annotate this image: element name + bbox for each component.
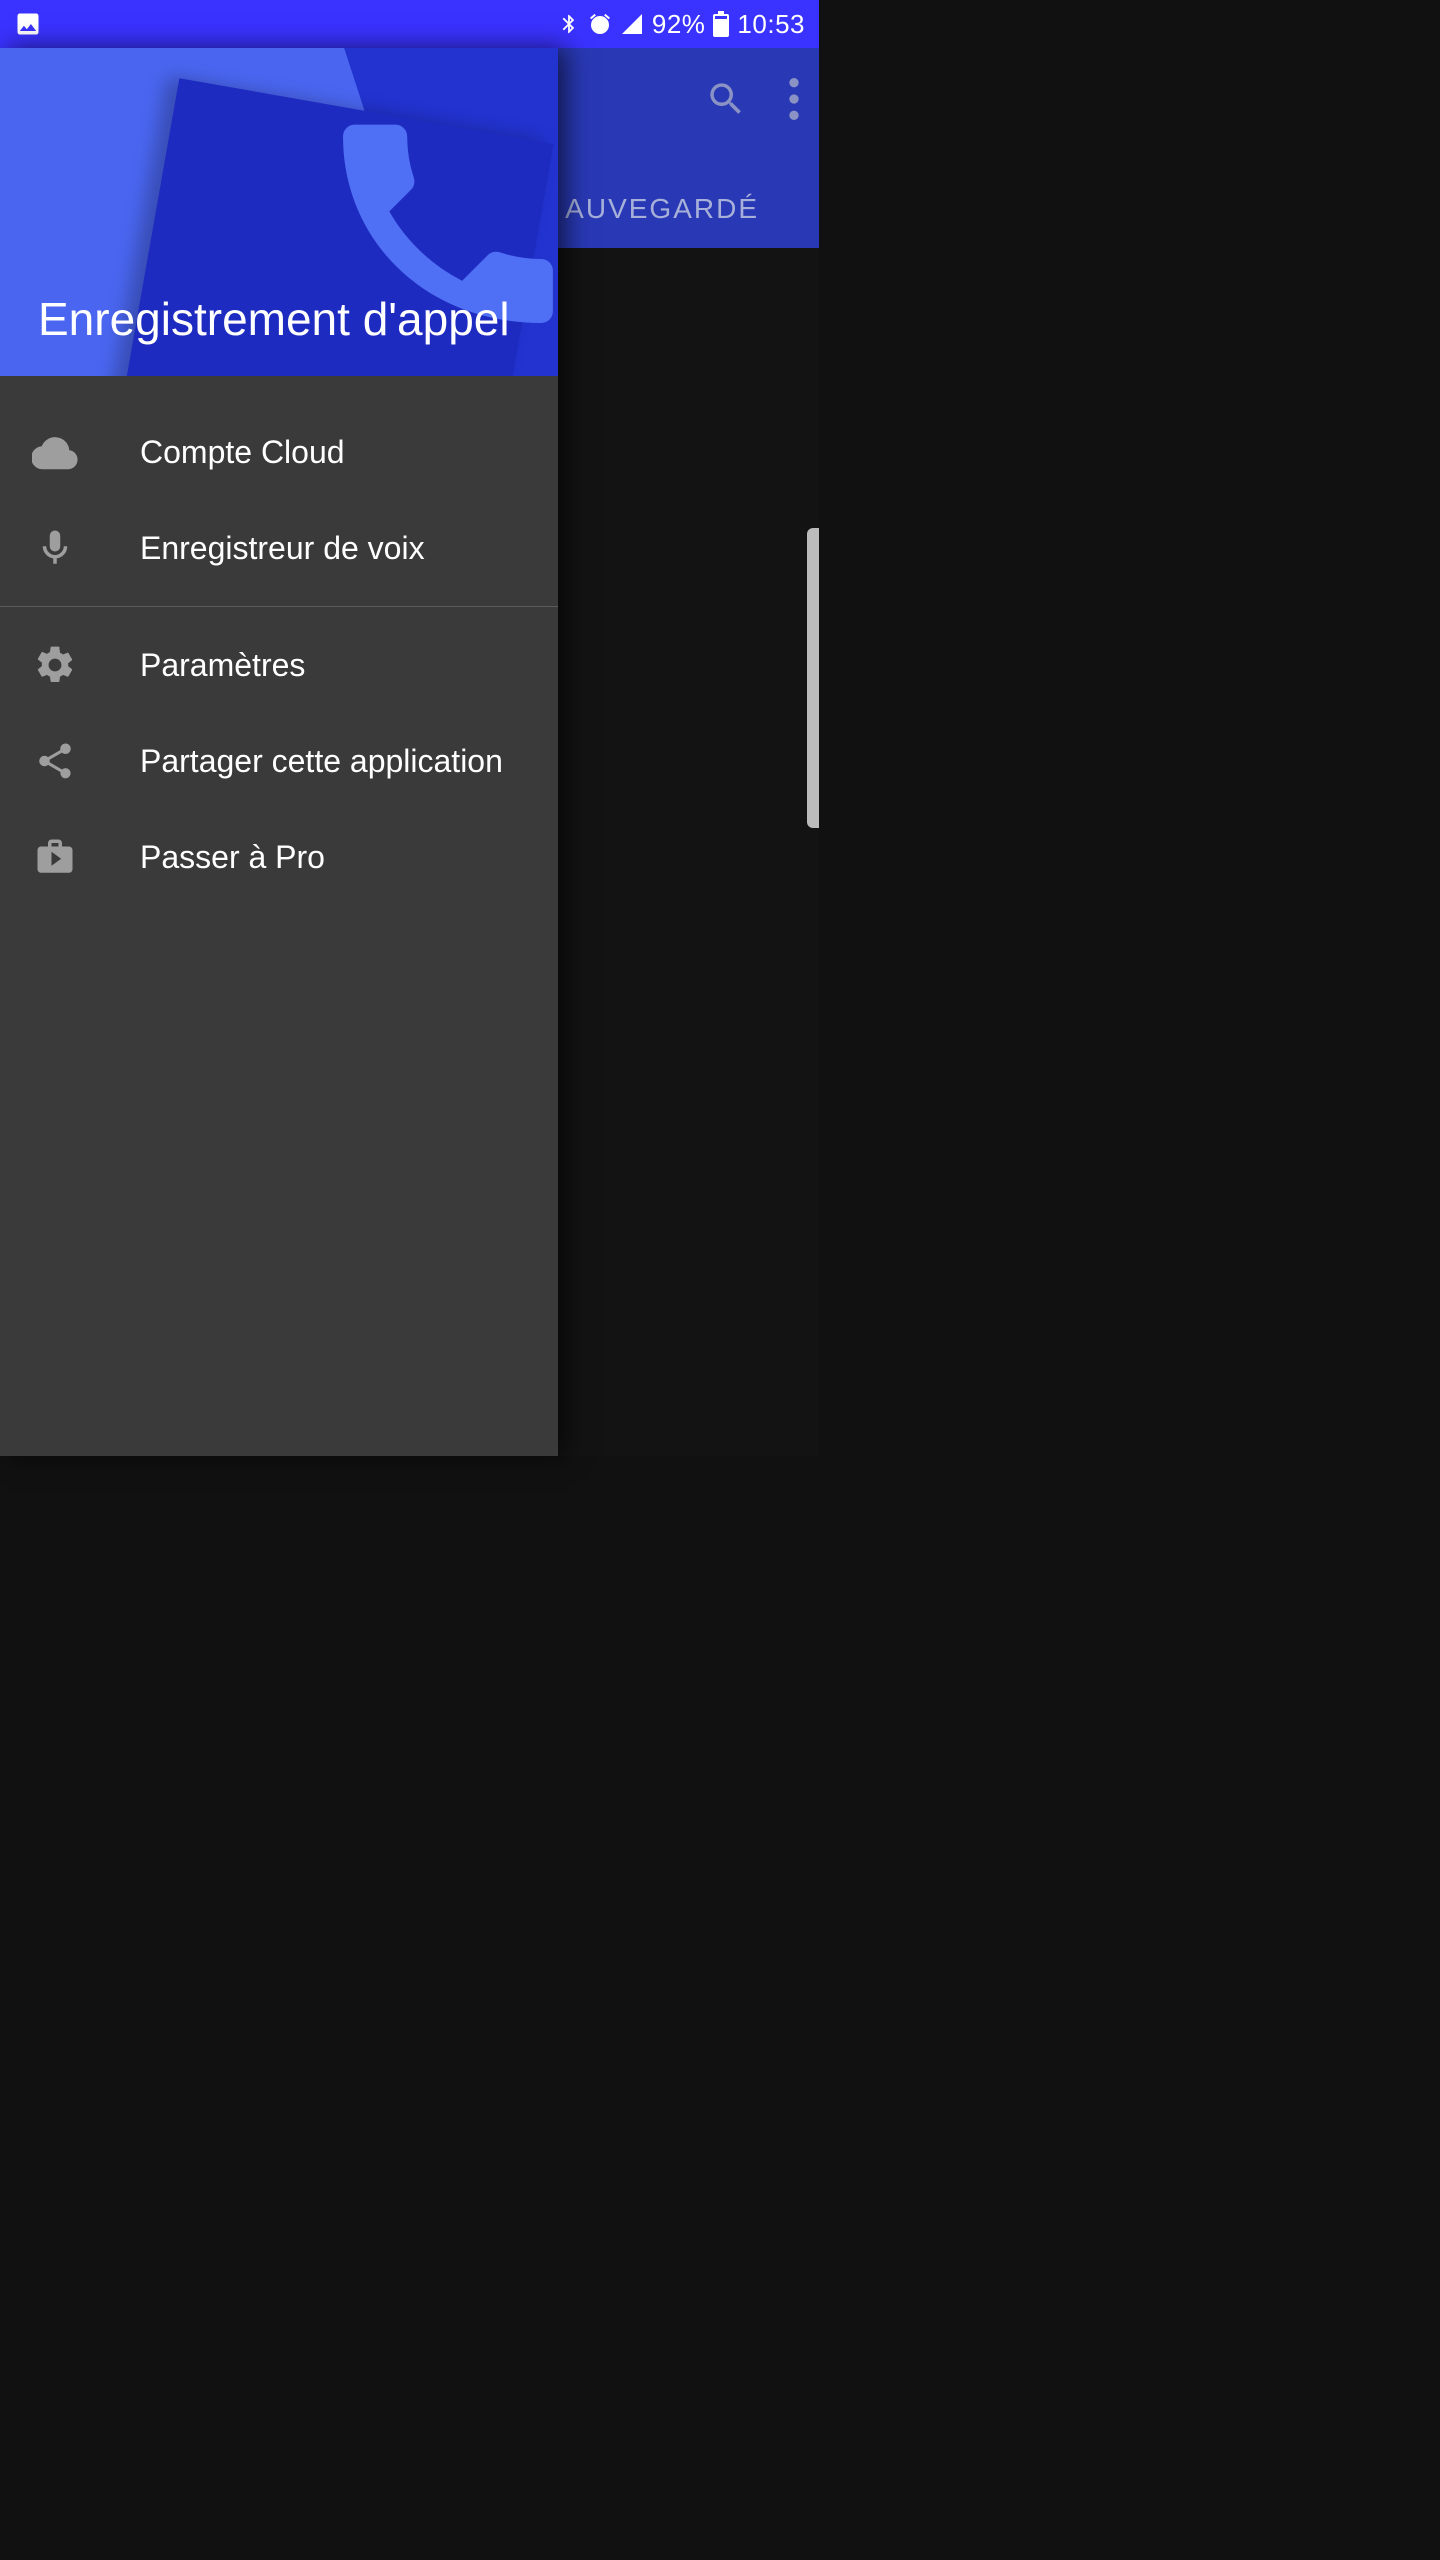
search-icon[interactable] xyxy=(705,78,747,120)
shop-icon xyxy=(30,836,80,878)
alarm-icon xyxy=(588,12,612,36)
drawer-divider xyxy=(0,606,558,607)
drawer-item-label: Passer à Pro xyxy=(140,839,325,876)
fast-scroll-thumb[interactable] xyxy=(807,528,819,828)
drawer-item-voice-recorder[interactable]: Enregistreur de voix xyxy=(0,500,558,596)
cloud-icon xyxy=(30,429,80,475)
tab-saved[interactable]: AUVEGARDÉ xyxy=(565,193,759,225)
drawer-item-cloud-account[interactable]: Compte Cloud xyxy=(0,404,558,500)
status-bar: 92% 10:53 xyxy=(0,0,819,48)
signal-icon xyxy=(620,12,644,36)
drawer-list: Compte Cloud Enregistreur de voix Paramè… xyxy=(0,376,558,905)
drawer-title: Enregistrement d'appel xyxy=(38,292,510,346)
drawer-item-label: Compte Cloud xyxy=(140,434,345,471)
drawer-item-label: Paramètres xyxy=(140,647,305,684)
drawer-item-settings[interactable]: Paramètres xyxy=(0,617,558,713)
drawer-item-go-pro[interactable]: Passer à Pro xyxy=(0,809,558,905)
share-icon xyxy=(30,740,80,782)
navigation-drawer: Enregistrement d'appel Compte Cloud Enre… xyxy=(0,48,558,1456)
battery-percent: 92% xyxy=(652,9,706,40)
drawer-header: Enregistrement d'appel xyxy=(0,48,558,376)
drawer-item-label: Enregistreur de voix xyxy=(140,530,425,567)
drawer-item-label: Partager cette application xyxy=(140,743,503,780)
app-main: AUVEGARDÉ Enregistrement d'appel Compte … xyxy=(0,48,819,1456)
settings-icon xyxy=(30,643,80,687)
more-vert-icon[interactable] xyxy=(789,78,799,120)
clock-time: 10:53 xyxy=(737,9,805,40)
drawer-item-share-app[interactable]: Partager cette application xyxy=(0,713,558,809)
battery-icon xyxy=(713,11,729,37)
picture-icon xyxy=(14,10,42,38)
bluetooth-icon xyxy=(558,13,580,35)
mic-icon xyxy=(30,527,80,569)
